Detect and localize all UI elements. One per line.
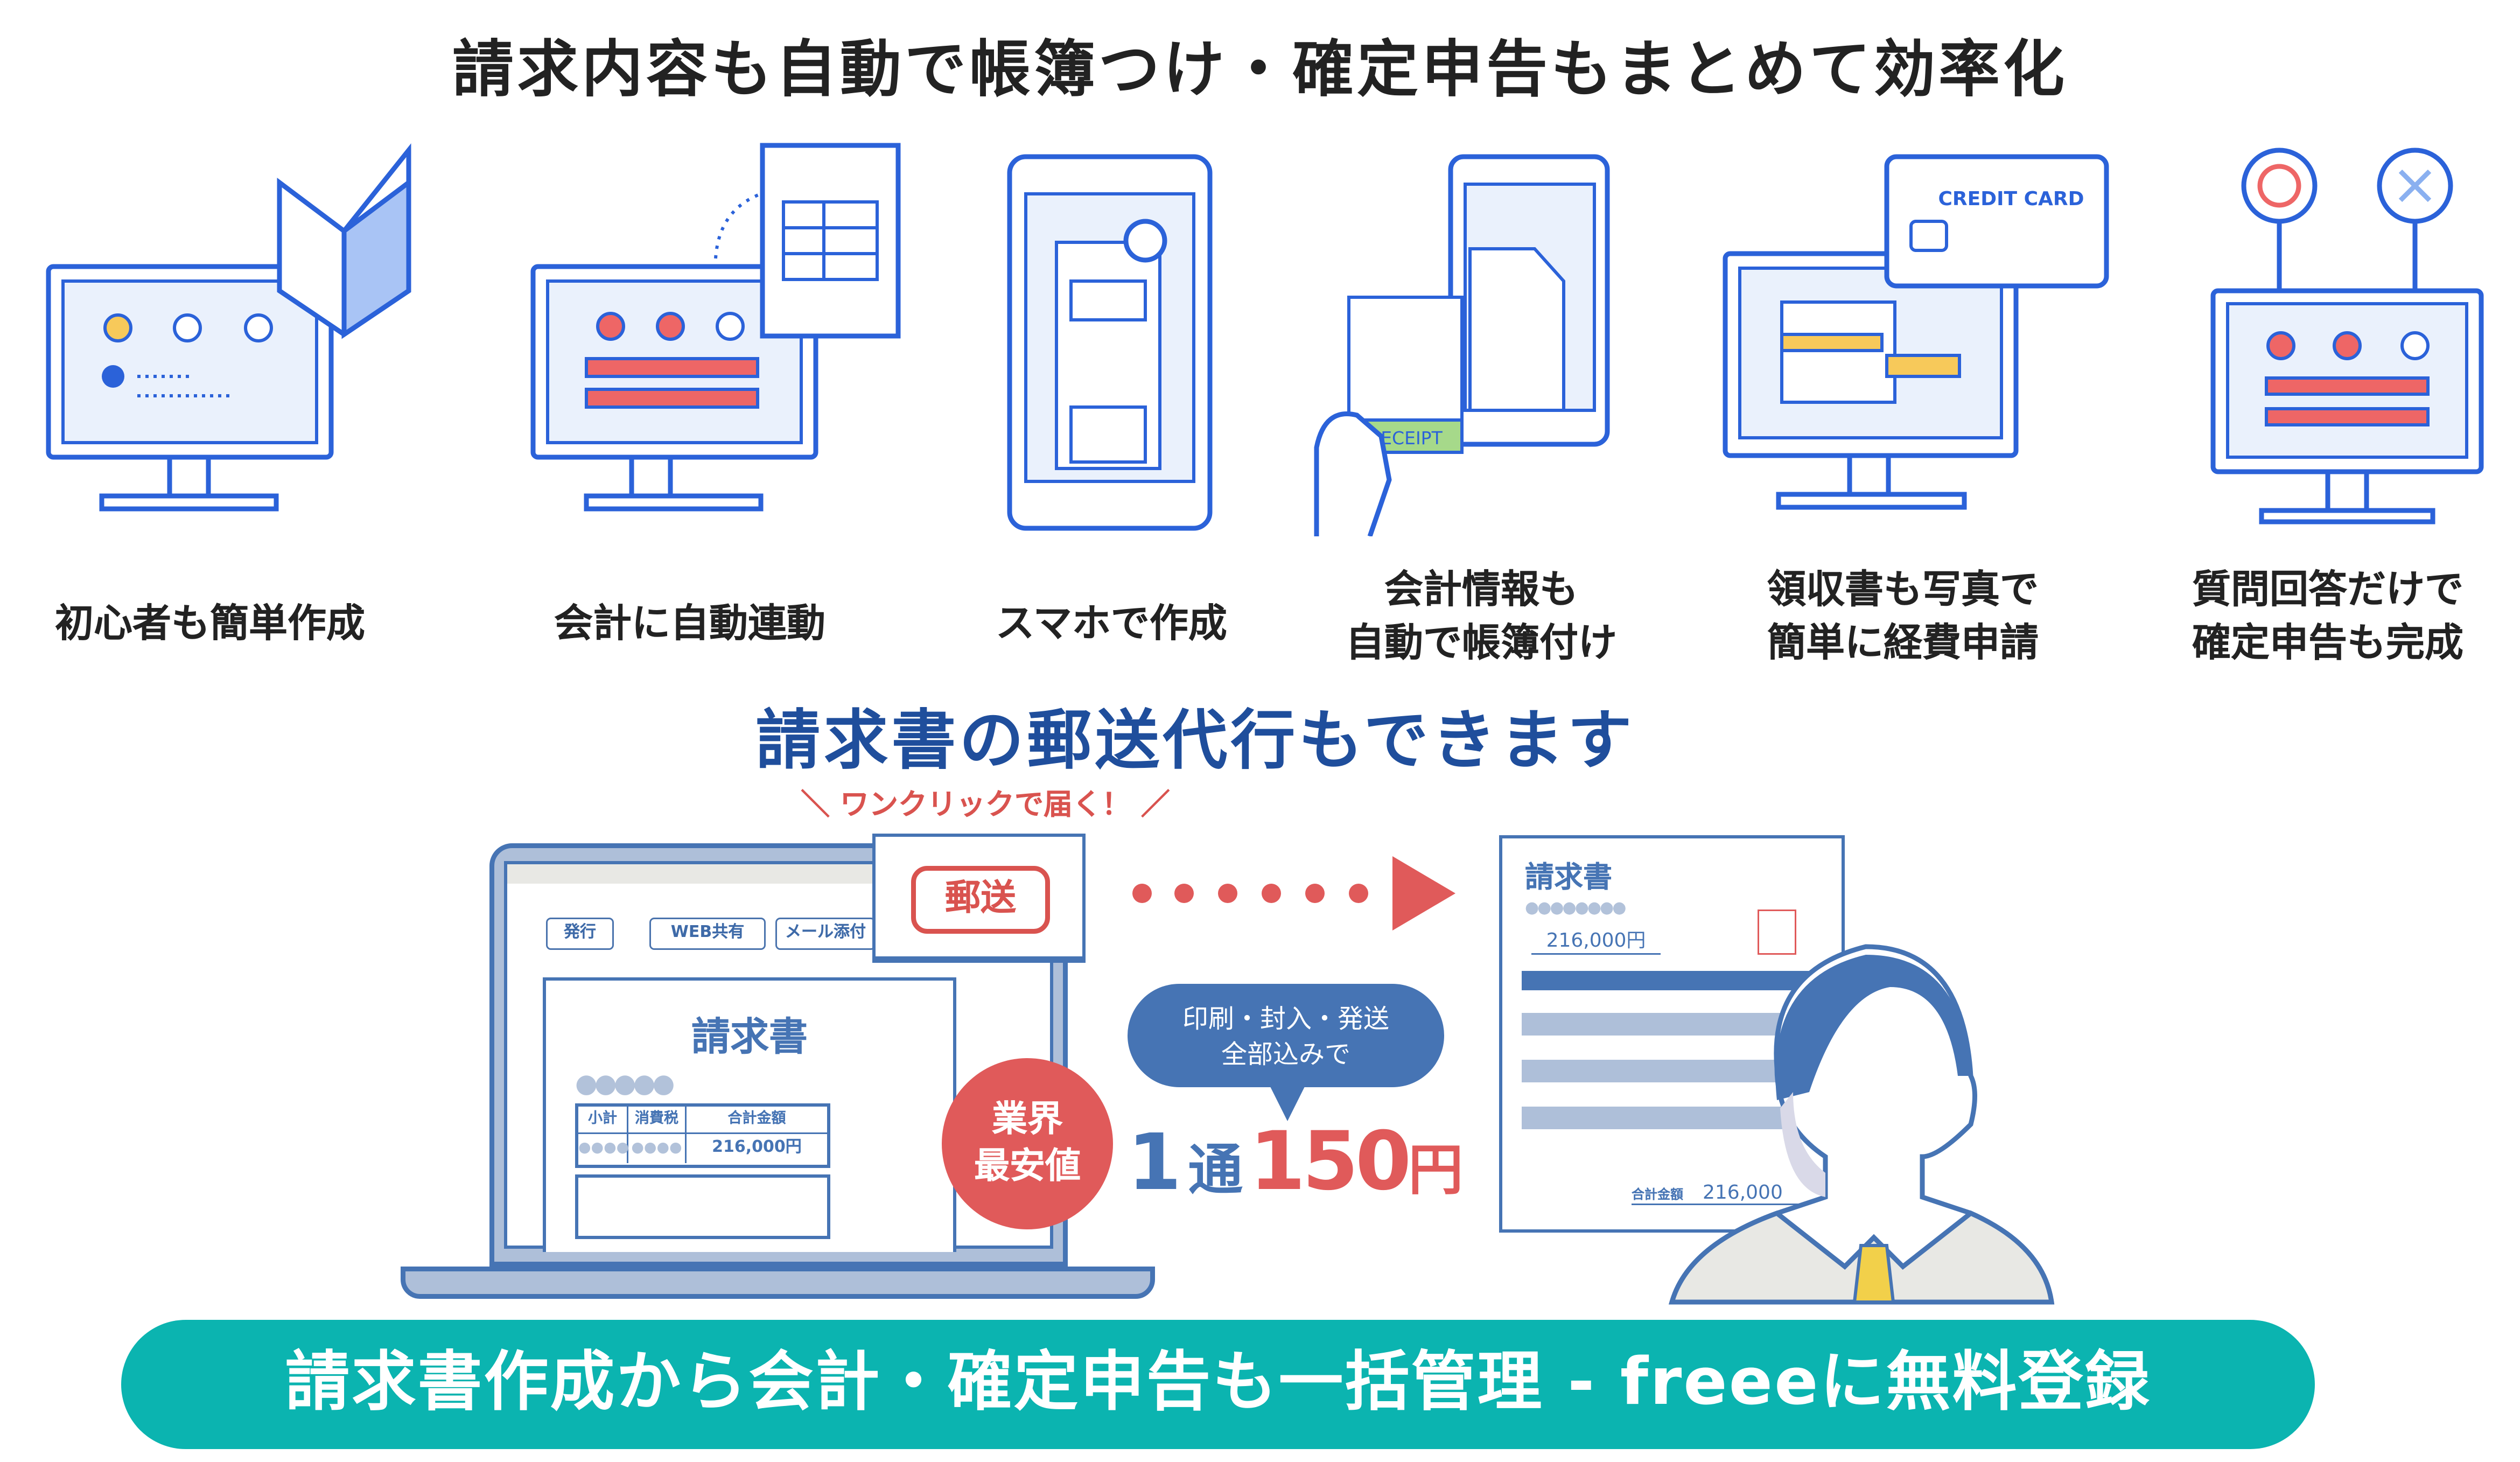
badge-line-2: 最安値 bbox=[974, 1147, 1081, 1187]
bubble-line-2: 全部込みで bbox=[1221, 1039, 1350, 1069]
price-amount: 150 bbox=[1249, 1115, 1411, 1208]
invoice-preview: 請求書 ●●●●● 小計 消費税 合計金額 ●●●● ●●●● 216,000円 bbox=[543, 977, 956, 1252]
issue-button[interactable]: 発行 bbox=[546, 918, 614, 950]
lowest-price-badge: 業界 最安値 bbox=[942, 1058, 1113, 1229]
mail-button[interactable]: 郵送 bbox=[911, 866, 1050, 934]
feature-label-bookkeeping: 会計情報も 自動で帳簿付け bbox=[1346, 567, 1617, 666]
monitor-beginner-mark-icon bbox=[46, 143, 411, 512]
dotted-arrow-icon bbox=[1132, 856, 1455, 931]
received-invoice-amount: 216,000円 bbox=[1531, 926, 1661, 955]
feature-label-smartphone: スマホで作成 bbox=[996, 601, 1227, 646]
feature-label-beginner: 初心者も簡単作成 bbox=[55, 601, 365, 646]
received-invoice-title: 請求書 bbox=[1525, 861, 1612, 895]
table-header-tax: 消費税 bbox=[628, 1107, 687, 1132]
smartphone-icon bbox=[1007, 154, 1213, 531]
invoice-title: 請求書 bbox=[691, 1015, 808, 1060]
totals-table: 小計 消費税 合計金額 ●●●● ●●●● 216,000円 bbox=[575, 1103, 830, 1168]
table-header-subtotal: 小計 bbox=[578, 1107, 628, 1132]
monitor-spreadsheet-icon bbox=[530, 143, 901, 512]
price-currency: 円 bbox=[1408, 1139, 1464, 1204]
promo-banner: 請求内容も自動で帳簿つけ・確定申告もまとめて効率化 RECEIPT CREDIT… bbox=[0, 0, 2520, 1462]
page-title: 請求内容も自動で帳簿つけ・確定申告もまとめて効率化 bbox=[452, 34, 2068, 105]
feature-label-accounting: 会計に自動連動 bbox=[554, 601, 825, 646]
email-attach-button[interactable]: メール添付 bbox=[775, 918, 876, 950]
web-share-button[interactable]: WEB共有 bbox=[649, 918, 766, 950]
credit-card-label: CREDIT CARD bbox=[1938, 188, 2084, 210]
price-text: 1 通 150円 bbox=[1128, 1115, 1463, 1208]
badge-line-1: 業界 bbox=[991, 1100, 1063, 1141]
feature-label-tax-return: 質問回答だけで 確定申告も完成 bbox=[2192, 567, 2463, 666]
person-illustration bbox=[1669, 944, 2055, 1305]
bubble-line-1: 印刷・封入・発送 bbox=[1182, 1003, 1389, 1034]
table-total-amount: 216,000円 bbox=[712, 1139, 802, 1157]
line-items-table bbox=[575, 1174, 830, 1239]
register-cta-button[interactable]: 請求書作成から会計・確定申告も一括管理 - freeeに無料登録 bbox=[121, 1320, 2315, 1449]
placeholder-dots: ●●●●● bbox=[575, 1068, 675, 1099]
one-click-caption: ＼ ワンクリックで届く！ ／ bbox=[801, 788, 1170, 822]
mailing-heading: 請求書の郵送代行もできます bbox=[755, 704, 1635, 779]
monitor-circle-cross-icon bbox=[2210, 148, 2484, 524]
price-bubble: 印刷・封入・発送 全部込みで bbox=[1128, 984, 1444, 1087]
price-count: 1 bbox=[1128, 1118, 1182, 1208]
receipt-phone-icon: RECEIPT bbox=[1314, 154, 1610, 536]
feature-label-expense: 領収書も写真で 簡単に経費申請 bbox=[1767, 567, 2039, 666]
laptop-base bbox=[401, 1267, 1155, 1299]
mail-popup: 郵送 bbox=[872, 834, 1086, 963]
table-header-total: 合計金額 bbox=[727, 1111, 786, 1128]
credit-card-monitor-icon: CREDIT CARD bbox=[1723, 154, 2109, 510]
price-unit: 通 bbox=[1188, 1139, 1243, 1204]
